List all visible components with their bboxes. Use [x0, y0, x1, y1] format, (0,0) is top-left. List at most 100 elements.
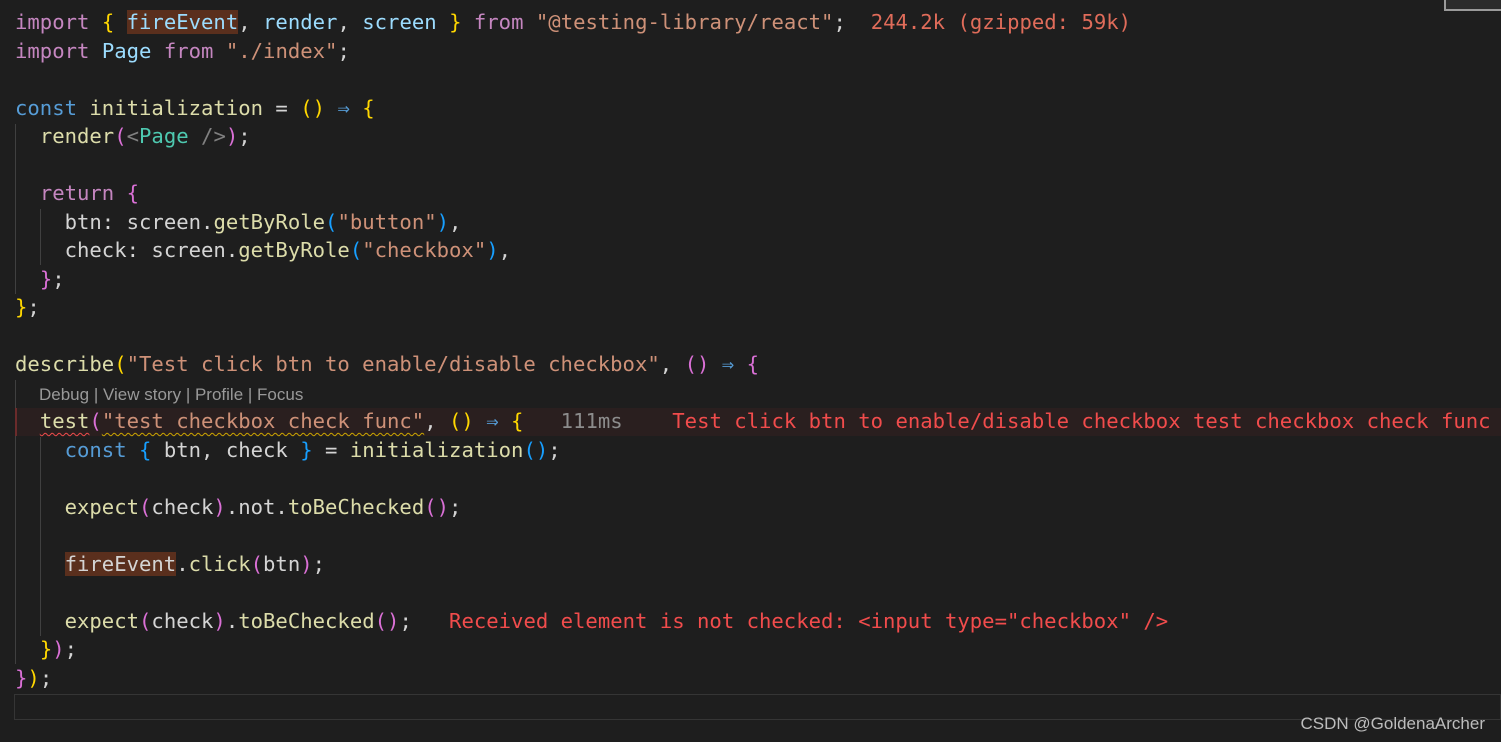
brace: }	[449, 10, 462, 34]
inline-error-message: Received element is not checked: <input …	[449, 609, 1169, 633]
scrollbar-thumb[interactable]	[1444, 0, 1501, 11]
code-line-2[interactable]: import Page from "./index";	[15, 37, 350, 65]
identifier-screen: screen	[126, 210, 202, 234]
codelens-debug-link[interactable]: Debug	[39, 385, 89, 404]
jsx-bracket: <	[126, 124, 140, 148]
test-duration: 111ms	[560, 409, 623, 433]
codelens-view-story-link[interactable]: View story	[103, 385, 181, 404]
identifier-render: render	[263, 10, 338, 34]
code-line-15[interactable]: const { btn, check } = initialization();	[15, 436, 561, 464]
call-expect: expect	[64, 609, 140, 633]
current-line-indicator[interactable]	[14, 694, 1501, 720]
dot: .	[176, 552, 189, 576]
paren: )	[436, 210, 450, 234]
call-test: test	[39, 409, 90, 433]
comma: ,	[424, 409, 437, 433]
code-line-7[interactable]: return {	[15, 179, 139, 207]
identifier-check: check	[151, 609, 214, 633]
paren: )	[486, 238, 499, 262]
brace: {	[126, 181, 140, 205]
brace: }	[300, 438, 313, 462]
comma: ,	[659, 352, 673, 376]
parens: ()	[449, 409, 474, 433]
parens: ()	[424, 495, 450, 519]
string-arg: "checkbox"	[362, 238, 487, 262]
property-btn: btn:	[64, 210, 115, 234]
identifier-page: Page	[101, 39, 152, 63]
module-string: "@testing-library/react"	[535, 10, 834, 34]
code-line-4[interactable]: const initialization = () ⇒ {	[15, 94, 375, 122]
paren: )	[225, 124, 239, 148]
watermark: CSDN @GoldenaArcher	[1300, 714, 1486, 733]
semicolon: ;	[449, 495, 462, 519]
brace: }	[15, 666, 28, 690]
call-describe: describe	[15, 352, 115, 376]
brace: {	[139, 438, 152, 462]
paren: (	[114, 352, 127, 376]
keyword-from: from	[163, 39, 214, 63]
identifier-check: check	[151, 495, 214, 519]
codelens-profile-link[interactable]: Profile	[195, 385, 243, 404]
code-line-11[interactable]: };	[15, 293, 40, 321]
jsx-tag-page: Page	[139, 124, 189, 148]
code-line-22[interactable]: });	[15, 635, 77, 663]
arrow: ⇒	[721, 352, 735, 376]
code-line-21[interactable]: expect(check).toBeChecked(); Received el…	[15, 607, 1169, 635]
paren: (	[114, 124, 127, 148]
comma: ,	[238, 10, 251, 34]
code-line-19[interactable]: fireEvent.click(btn);	[15, 550, 325, 578]
code-line-1[interactable]: import { fireEvent, render, screen } fro…	[15, 8, 1131, 36]
codelens-actions: Debug | View story | Profile | Focus	[39, 384, 303, 406]
code-line-17[interactable]: expect(check).not.toBeChecked();	[15, 493, 462, 521]
keyword-import: import	[15, 10, 90, 34]
inline-error-message: Test click btn to enable/disable checkbo…	[672, 409, 1491, 433]
codelens-separator: |	[89, 385, 103, 404]
comma: ,	[449, 210, 462, 234]
paren: (	[325, 210, 338, 234]
keyword-const: const	[64, 438, 127, 462]
arrow: ⇒	[337, 96, 350, 120]
identifier-screen: screen	[362, 10, 437, 34]
brace: {	[101, 10, 115, 34]
parens: ()	[374, 609, 400, 633]
codelens-separator: |	[181, 385, 195, 404]
semicolon: ;	[312, 552, 326, 576]
method-tobechecked: toBeChecked	[238, 609, 375, 633]
string-arg: "test checkbox check func"	[101, 409, 425, 433]
code-line-14[interactable]: test("test checkbox check func", () ⇒ { …	[15, 407, 1491, 435]
identifier-fireevent: fireEvent	[126, 10, 239, 34]
code-line-8[interactable]: btn: screen.getByRole("button"),	[15, 208, 462, 236]
code-editor[interactable]: import { fireEvent, render, screen } fro…	[0, 0, 1501, 742]
semicolon: ;	[52, 267, 65, 291]
identifier-initialization: initialization	[89, 96, 263, 120]
code-line-13[interactable]: describe("Test click btn to enable/disab…	[15, 350, 759, 378]
semicolon: ;	[399, 609, 412, 633]
identifier-btn: btn	[263, 552, 301, 576]
paren: )	[213, 495, 226, 519]
code-line-5[interactable]: render(<Page />);	[15, 122, 251, 150]
paren: )	[27, 666, 40, 690]
semicolon: ;	[833, 10, 846, 34]
dot: .	[201, 210, 214, 234]
string-arg: "Test click btn to enable/disable checkb…	[126, 352, 660, 376]
paren: (	[89, 409, 102, 433]
code-line-23[interactable]: });	[15, 664, 52, 692]
destructured-names: btn, check	[163, 438, 288, 462]
semicolon: ;	[238, 124, 251, 148]
semicolon: ;	[27, 295, 40, 319]
code-line-9[interactable]: check: screen.getByRole("checkbox"),	[15, 236, 511, 264]
equals: =	[325, 438, 338, 462]
parens: ()	[300, 96, 326, 120]
equals: =	[275, 96, 288, 120]
call-expect: expect	[64, 495, 140, 519]
comma: ,	[337, 10, 350, 34]
property-check: check:	[64, 238, 140, 262]
module-string: "./index"	[225, 39, 338, 63]
code-line-10[interactable]: };	[15, 265, 65, 293]
dot: .	[225, 609, 239, 633]
codelens-focus-link[interactable]: Focus	[257, 385, 303, 404]
codelens-separator: |	[243, 385, 258, 404]
paren: )	[52, 637, 65, 661]
call-render: render	[39, 124, 115, 148]
paren: (	[349, 238, 363, 262]
